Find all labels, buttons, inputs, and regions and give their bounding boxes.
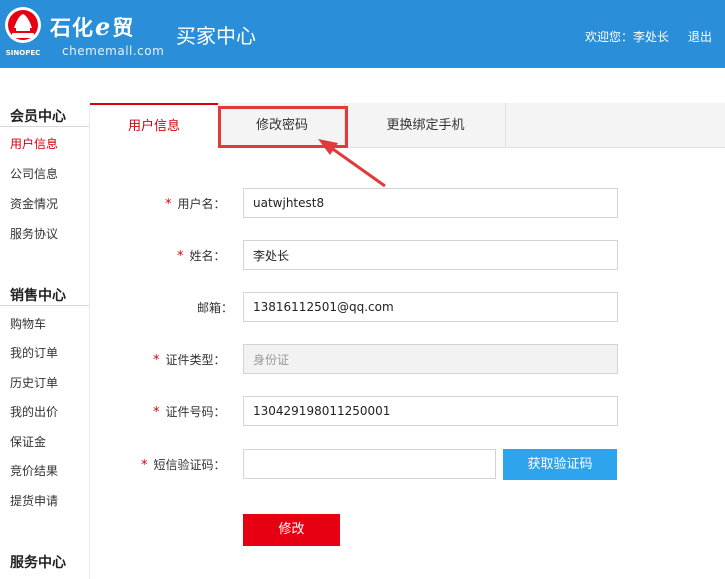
- page: SINOPEC 石化e贸 chememall.com 买家中心 欢迎您：李处长 …: [0, 0, 725, 579]
- sidebar-divider: [0, 305, 89, 306]
- sidebar-item-my-bids[interactable]: 我的出价: [10, 403, 58, 420]
- sidebar-item-order-history[interactable]: 历史订单: [10, 374, 58, 391]
- email-label: 邮箱：: [197, 301, 234, 315]
- required-mark: *: [141, 458, 148, 473]
- sidebar-item-cart[interactable]: 购物车: [10, 315, 46, 332]
- sidebar-item-company-info[interactable]: 公司信息: [10, 165, 58, 182]
- id-type-label: * 证件类型：: [153, 353, 226, 368]
- tab-change-phone[interactable]: 更换绑定手机: [346, 103, 506, 148]
- sidebar-section-service: 服务中心: [10, 555, 66, 571]
- sidebar-border: [89, 104, 90, 579]
- id-type-field: [243, 344, 618, 374]
- logout-link[interactable]: 退出: [688, 28, 712, 45]
- sidebar-section-sales: 销售中心: [10, 288, 66, 304]
- username-field[interactable]: [243, 188, 618, 218]
- required-mark: *: [153, 353, 160, 368]
- brand-domain: chememall.com: [62, 44, 165, 58]
- welcome-text: 欢迎您：李处长: [585, 30, 670, 44]
- page-title: 买家中心: [176, 24, 256, 48]
- sidebar-item-bid-results[interactable]: 竞价结果: [10, 462, 58, 479]
- get-sms-code-button[interactable]: 获取验证码: [503, 449, 617, 480]
- username-label: * 用户名：: [165, 197, 226, 212]
- name-field[interactable]: [243, 240, 618, 270]
- submit-button[interactable]: 修改: [243, 514, 340, 546]
- sidebar-item-pickup-request[interactable]: 提货申请: [10, 492, 58, 509]
- sidebar-divider: [0, 126, 89, 127]
- required-mark: *: [165, 197, 172, 212]
- sidebar-item-funds[interactable]: 资金情况: [10, 195, 58, 212]
- sms-code-field[interactable]: [243, 449, 496, 479]
- sidebar-item-service-agreement[interactable]: 服务协议: [10, 225, 58, 242]
- sidebar-item-deposit[interactable]: 保证金: [10, 433, 46, 450]
- brand-name: 石化e贸: [50, 12, 135, 41]
- id-number-field[interactable]: [243, 396, 618, 426]
- sidebar-section-member: 会员中心: [10, 109, 66, 125]
- tab-user-info[interactable]: 用户信息: [90, 103, 218, 149]
- sidebar-item-user-info[interactable]: 用户信息: [10, 135, 58, 152]
- tab-change-password[interactable]: 修改密码: [219, 103, 345, 148]
- svg-text:SINOPEC: SINOPEC: [6, 49, 41, 57]
- sinopec-logo-icon: SINOPEC: [5, 7, 41, 57]
- id-number-label: * 证件号码：: [153, 405, 226, 420]
- tab-bar: 用户信息 修改密码 更换绑定手机: [90, 103, 725, 149]
- header-bar: SINOPEC 石化e贸 chememall.com 买家中心 欢迎您：李处长 …: [0, 0, 725, 68]
- required-mark: *: [153, 405, 160, 420]
- name-label: * 姓名：: [177, 249, 226, 264]
- required-mark: *: [177, 249, 184, 264]
- annotation-arrow-icon: [318, 139, 386, 188]
- sms-code-label: * 短信验证码：: [141, 458, 226, 473]
- email-field[interactable]: [243, 292, 618, 322]
- sidebar-item-my-orders[interactable]: 我的订单: [10, 344, 58, 361]
